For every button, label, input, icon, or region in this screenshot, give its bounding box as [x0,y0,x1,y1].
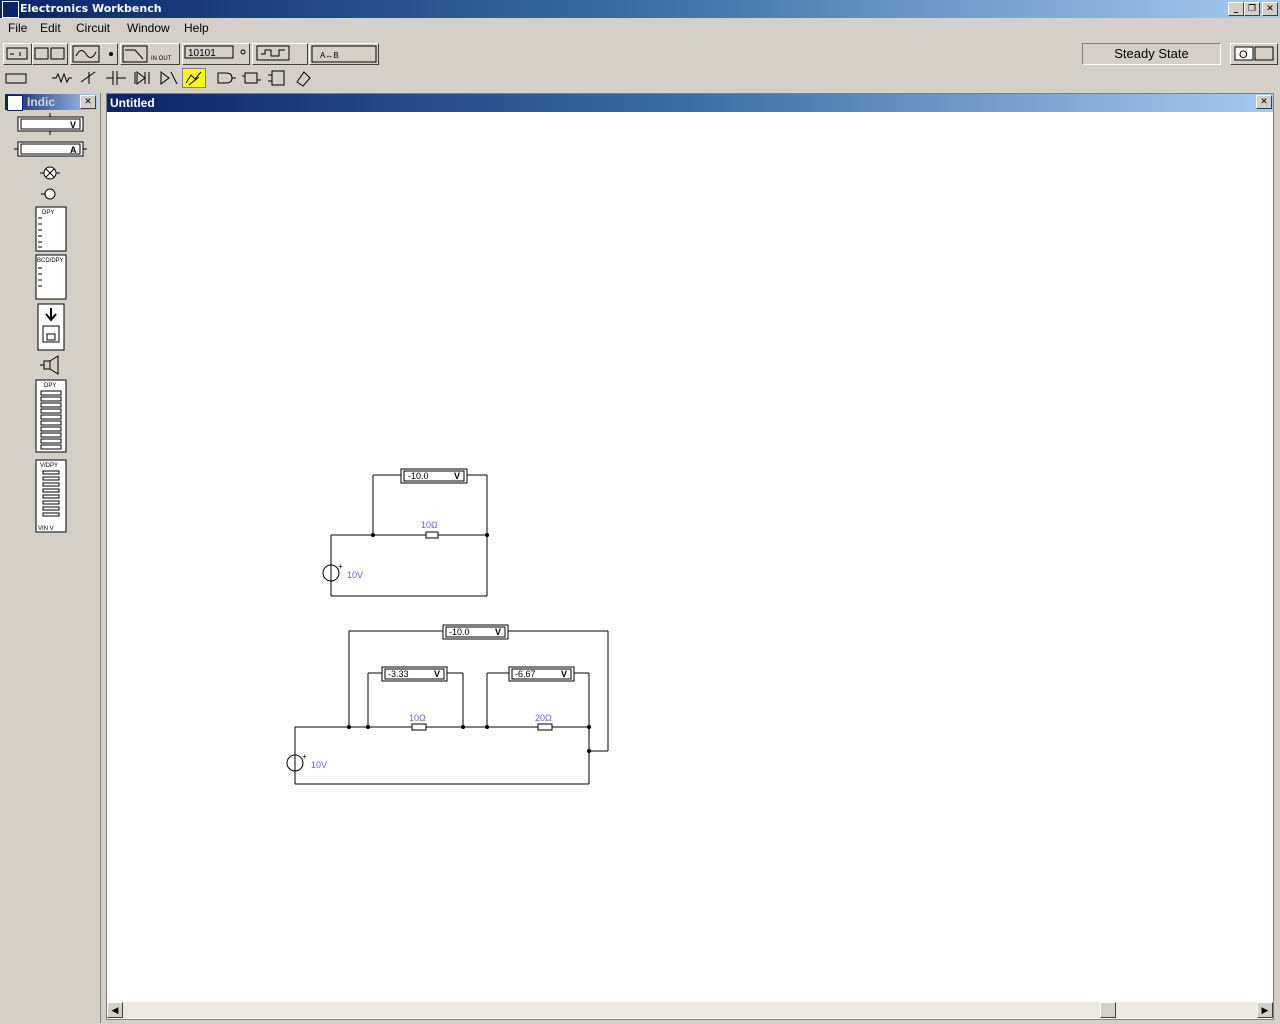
diode-bin-icon[interactable] [131,68,155,88]
simulation-status: Steady State [1082,43,1221,65]
resistor-bin-icon[interactable] [50,68,74,88]
plus-sign: + [302,752,307,761]
voltmeter-part[interactable]: V [17,113,84,135]
ammeter-part[interactable]: A [14,141,87,157]
analyzer-label: 10101 [188,48,216,59]
scroll-left-button[interactable]: ◀ [107,1002,123,1018]
junction-dot [371,533,375,537]
analog-bin-button[interactable]: IN OUT [120,43,180,65]
app-title-bar: Electronics Workbench _ ❐ ✕ [0,0,1280,18]
oscilloscope-bin-button[interactable] [252,43,308,65]
favorites-bin-icon[interactable] [4,68,28,88]
gate-bin-icon[interactable] [214,68,238,88]
restore-button[interactable]: ❐ [1244,2,1260,16]
hex-display-part[interactable]: DPY [35,206,67,252]
voltmeter-r2-unit: V [561,669,567,679]
indicators-bin-icon[interactable] [182,68,206,88]
junction-dot [587,725,591,729]
app-icon [2,1,19,18]
voltage-source-1-label: 10V [347,570,363,580]
voltage-source-1[interactable]: + 10V [322,562,363,582]
circuit-window-title-bar: Untitled ✕ [107,94,1273,112]
scroll-right-button[interactable]: ▶ [1257,1002,1273,1018]
power-label: O [1239,49,1248,61]
circuit-canvas[interactable]: -10.0 V 10Ω + 10V -10.0 V -3.33 V -6.67 … [107,112,1273,1000]
voltmeter-r1[interactable]: -3.33 V [381,666,448,682]
parts-bin-components: V A DPY BCD/DPY DPY V/DPY VIN V [14,113,87,533]
converter-label: A↔B [320,51,339,60]
menu-bar: File Edit Circuit Window Help [0,18,1280,38]
bode-io-label: IN OUT [151,56,172,62]
scroll-thumb[interactable] [1100,1002,1116,1018]
dpy-part-label: DPY [42,210,54,216]
voltmeter-total-unit: V [495,627,501,637]
plus-sign: + [338,562,343,571]
junction-dot [485,533,489,537]
voltmeter-r1-unit: V [434,669,440,679]
vdpy-part-label: V/DPY [40,463,58,469]
diodes-bin-button[interactable] [70,43,118,65]
voltmeter-total-reading: -10.0 [449,627,470,637]
misc-bin-icon[interactable] [292,68,316,88]
menu-edit[interactable]: Edit [40,21,61,35]
resistor-r2[interactable]: 20Ω [535,713,553,731]
resistor-r2-label: 20Ω [535,713,552,723]
logic-converter-bin-button[interactable]: A↔B [309,43,379,65]
ammeter-part-label: A [70,145,77,155]
bargraph-part-label: DPY [44,383,56,389]
voltage-source-2[interactable]: + 10V [286,752,327,772]
digital-bin-icon[interactable] [240,68,264,88]
resistor-r1-label: 10Ω [409,713,426,723]
junction-dot [366,725,370,729]
resistor-1-label: 10Ω [421,520,438,530]
voltmeter-total[interactable]: -10.0 V [442,624,509,640]
bcd-display-part[interactable]: BCD/DPY [35,254,67,300]
menu-circuit[interactable]: Circuit [76,21,110,35]
parts-bin-title: Indic [27,95,56,109]
vin-part-label: VIN V [38,526,54,532]
parts-bin-close-button[interactable]: ✕ [80,95,96,109]
menu-help[interactable]: Help [184,21,209,35]
mixed-bin-icon[interactable] [266,68,290,88]
transistor-bin-icon[interactable] [157,68,181,88]
bcd-part-label: BCD/DPY [37,258,64,264]
junction-dot [485,725,489,729]
junction-dot [461,725,465,729]
voltmeter-r2[interactable]: -6.67 V [508,666,575,682]
bulb-part[interactable] [40,166,60,180]
circuit-window-title: Untitled [110,96,155,110]
circuit-2 [294,630,609,785]
menu-file[interactable]: File [8,21,27,35]
junction-dot [587,749,591,753]
logic-analyzer-bin-button[interactable]: 10101 [182,43,250,65]
resistor-r1[interactable]: 10Ω [409,713,427,731]
junction-dot [347,725,351,729]
sources-bin-button[interactable] [3,43,32,65]
speaker-part[interactable] [40,355,59,375]
capacitor-bin-icon[interactable] [104,68,128,88]
probe-part[interactable] [41,188,56,200]
voltmeter-part-label: V [70,120,76,130]
voltage-display-part[interactable]: V/DPY VIN V [35,459,67,533]
voltmeter-1[interactable]: -10.0 V [400,468,468,484]
voltmeter-r1-reading: -3.33 [388,669,409,679]
parts-bin-icon [7,95,23,111]
minimize-button[interactable]: _ [1228,2,1244,16]
power-switch-button[interactable]: O [1230,43,1278,65]
bargraph-part[interactable]: DPY [35,379,67,453]
voltmeter-1-reading: -10.0 [408,471,429,481]
basic-bin-button[interactable] [32,43,68,65]
app-title: Electronics Workbench [20,2,162,15]
voltmeter-r2-reading: -6.67 [515,669,536,679]
circuit-window-close-button[interactable]: ✕ [1256,95,1272,109]
voltmeter-1-unit: V [454,471,460,481]
menu-window[interactable]: Window [127,21,170,35]
horizontal-scrollbar[interactable]: ◀ ▶ [107,1002,1273,1018]
parts-bin-title-bar: Indic ✕ [5,94,97,111]
close-button[interactable]: ✕ [1262,2,1278,16]
voltage-source-2-label: 10V [311,760,327,770]
buzzer-part[interactable] [37,303,65,351]
switch-bin-icon[interactable] [77,68,101,88]
